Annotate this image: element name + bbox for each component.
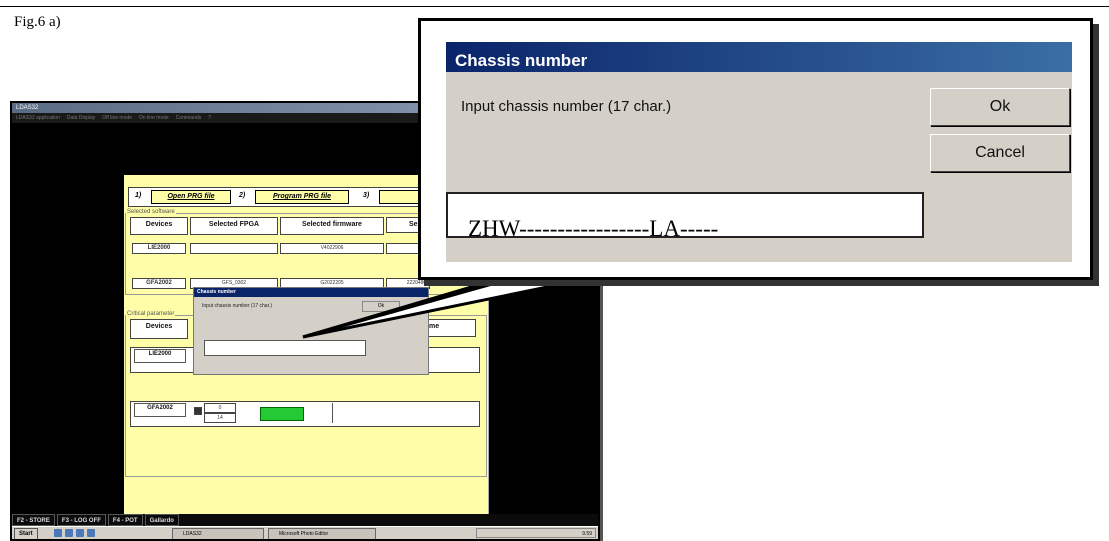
dialog-title: Chassis number: [446, 42, 1072, 72]
chassis-number-dialog: Chassis number Input chassis number (17 …: [446, 42, 1072, 262]
ok-button[interactable]: Ok: [930, 88, 1070, 126]
callout-edge: [302, 277, 511, 339]
dialog-prompt: Input chassis number (17 char.): [461, 98, 672, 115]
cancel-button[interactable]: Cancel: [930, 134, 1070, 172]
chassis-number-input[interactable]: ZHW-----------------LA-----: [446, 192, 924, 238]
callout-wedge: [302, 273, 607, 339]
chassis-number-value: ZHW-----------------LA-----: [468, 216, 719, 238]
